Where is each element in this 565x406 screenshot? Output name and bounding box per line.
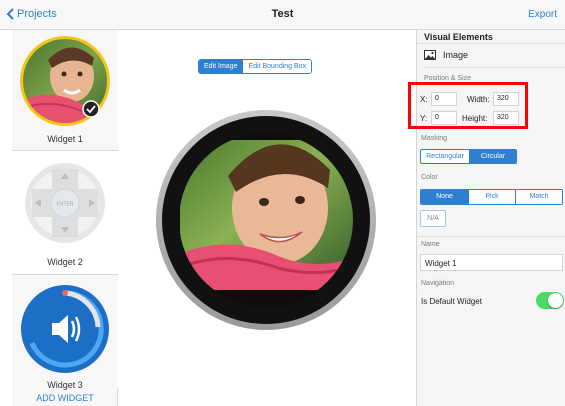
default-widget-toggle[interactable]	[536, 292, 564, 309]
widget-1-thumbnail	[20, 36, 110, 126]
masking-circular-option[interactable]: Circular	[469, 150, 516, 163]
masking-segmented-control: Rectangular Circular	[420, 149, 517, 164]
color-label: Color	[421, 174, 438, 181]
widget-item-2[interactable]: ENTER Widget 2	[12, 151, 118, 275]
widget-1-label: Widget 1	[47, 134, 83, 144]
volume-icon	[21, 285, 109, 373]
export-button[interactable]: Export	[528, 9, 557, 20]
widget-3-label: Widget 3	[47, 380, 83, 390]
image-element-row[interactable]: Image	[424, 50, 468, 60]
divider	[417, 43, 565, 44]
color-swatch-na[interactable]: N/A	[420, 210, 446, 227]
editor-canvas: Edit Image Edit Bounding Box	[118, 30, 415, 406]
divider	[416, 236, 565, 237]
position-size-label: Position & Size	[424, 75, 472, 82]
top-nav-bar: Projects Test Export	[0, 0, 565, 30]
widget-item-3[interactable]: Widget 3	[12, 275, 118, 390]
masking-rectangular-option[interactable]: Rectangular	[421, 150, 469, 163]
default-widget-label: Is Default Widget	[421, 297, 482, 306]
divider	[424, 67, 565, 68]
edit-bounding-box-tab[interactable]: Edit Bounding Box	[242, 60, 312, 73]
widget-item-1[interactable]: Widget 1	[12, 30, 118, 151]
svg-text:ENTER: ENTER	[57, 202, 74, 208]
edit-image-tab[interactable]: Edit Image	[199, 60, 243, 73]
masking-label: Masking	[421, 135, 448, 142]
color-pick-option[interactable]: Pick	[468, 190, 515, 204]
widget-list: Widget 1 ENTER Widget 2 Widget 3 ADD WID…	[12, 30, 118, 406]
page-title: Test	[271, 8, 294, 20]
toggle-knob	[548, 293, 563, 308]
image-element-label: Image	[443, 50, 469, 60]
inspector-title: Visual Elements	[424, 32, 493, 42]
edit-mode-segmented-control: Edit Image Edit Bounding Box	[198, 59, 313, 74]
widget-name-field[interactable]: Widget 1	[420, 254, 563, 271]
widget-2-label: Widget 2	[47, 257, 83, 267]
navigation-label: Navigation	[421, 280, 455, 287]
check-badge-icon	[82, 100, 100, 118]
color-none-option[interactable]: None	[421, 190, 468, 204]
color-match-option[interactable]: Match	[515, 190, 562, 204]
color-segmented-control: None Pick Match	[420, 189, 563, 205]
name-label: Name	[421, 241, 440, 248]
add-widget-button[interactable]: ADD WIDGET	[12, 393, 118, 403]
image-icon	[424, 50, 436, 60]
dpad-icon: ENTER	[25, 163, 105, 243]
position-size-highlight	[408, 82, 528, 129]
watch-preview[interactable]	[118, 106, 415, 406]
